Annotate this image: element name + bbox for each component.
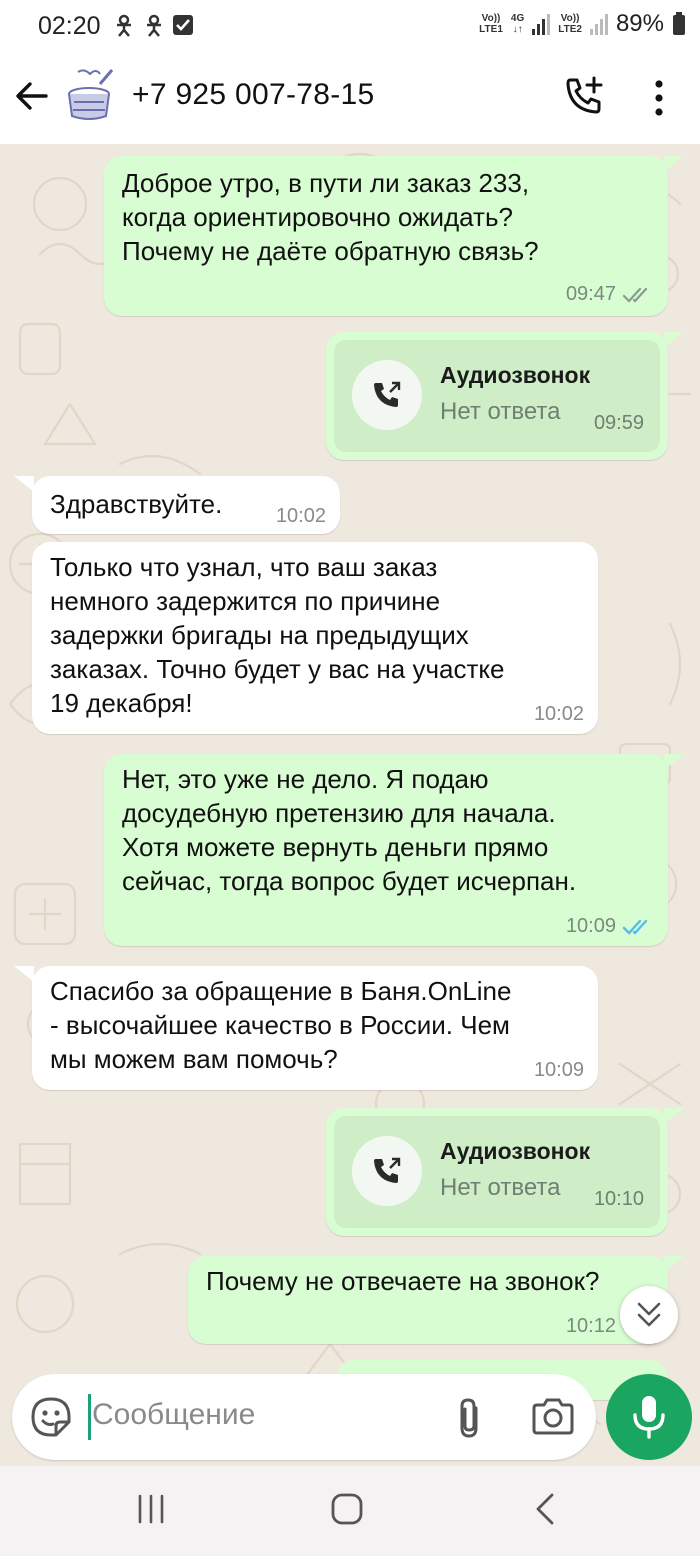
call-status: Нет ответа: [440, 398, 561, 425]
message-time: 10:12: [565, 1315, 616, 1337]
status-right: Vo)) LTE1 4G ↓↑ Vo)) LTE2 89%: [479, 10, 686, 38]
more-vert-icon[interactable]: [645, 78, 673, 118]
call-icon-circle: [352, 360, 422, 430]
call-card[interactable]: Аудиозвонок Нет ответа 10:10: [334, 1116, 660, 1228]
avatar[interactable]: [60, 68, 118, 126]
message-time: 10:02: [533, 703, 584, 725]
bubble-tail: [664, 156, 684, 172]
double-chevron-down-icon: [637, 1302, 661, 1327]
message-text: Доброе утро, в пути ли заказ 233, когда …: [122, 168, 539, 266]
system-nav-bar: [0, 1466, 700, 1556]
sticker-icon[interactable]: [30, 1396, 72, 1438]
chat-area[interactable]: Доброе утро, в пути ли заказ 233, когда …: [0, 144, 700, 1466]
signal-icon: [532, 14, 551, 35]
call-outgoing-icon: [374, 381, 401, 407]
camera-icon[interactable]: [530, 1396, 576, 1436]
chat-header: +7 925 007-78-15: [0, 52, 700, 144]
message-meta: 10:09: [566, 915, 654, 938]
message-meta: 09:47: [566, 283, 654, 306]
message-bubble-outgoing[interactable]: Почему не отвечаете на звонок? 10:12: [188, 1256, 668, 1344]
message-time: 09:47: [565, 283, 616, 305]
battery-percent: 89%: [615, 10, 664, 37]
message-bubble-incoming[interactable]: Только что узнал, что ваш заказ немного …: [32, 542, 598, 734]
battery-icon: [673, 12, 685, 35]
nav-back-icon[interactable]: [530, 1492, 560, 1526]
call-bubble-outgoing[interactable]: Аудиозвонок Нет ответа 09:59: [326, 332, 668, 460]
message-bubble-incoming[interactable]: Здравствуйте. 10:02: [32, 476, 340, 534]
back-arrow-icon[interactable]: [14, 78, 50, 114]
message-bubble-outgoing[interactable]: Нет, это уже не дело. Я подаю досудебную…: [104, 754, 668, 946]
mic-icon: [633, 1396, 665, 1439]
call-bubble-outgoing[interactable]: Аудиозвонок Нет ответа 10:10: [326, 1108, 668, 1236]
message-text: Здравствуйте.: [50, 489, 223, 519]
double-tick-icon: [622, 287, 648, 303]
call-card[interactable]: Аудиозвонок Нет ответа 09:59: [334, 340, 660, 452]
notification-icon: [117, 14, 131, 37]
message-composer: [12, 1374, 596, 1460]
message-meta: 10:09: [534, 1059, 584, 1082]
bubble-tail: [664, 1108, 684, 1124]
sim1-indicator: Vo)) LTE1: [479, 13, 503, 35]
nav-recent-icon[interactable]: [132, 1494, 170, 1524]
double-tick-read-icon: [622, 919, 648, 935]
message-text: Нет, это уже не дело. Я подаю досудебную…: [122, 764, 577, 896]
sim2-indicator: Vo)) LTE2: [558, 13, 582, 35]
contact-name[interactable]: +7 925 007-78-15: [132, 78, 375, 112]
message-time: 10:02: [275, 505, 326, 527]
message-input[interactable]: [92, 1398, 412, 1432]
call-title: Аудиозвонок: [440, 1138, 591, 1164]
message-time: 10:09: [533, 1059, 584, 1081]
status-bar: 02:20 Vo)) LTE1 4G ↓↑ Vo)) LTE2 89%: [0, 0, 700, 52]
signal-icon: [589, 14, 608, 35]
nav-home-icon[interactable]: [330, 1492, 364, 1526]
call-time: 09:59: [593, 412, 644, 434]
notification-icon: [147, 14, 161, 37]
message-bubble-incoming[interactable]: Спасибо за обращение в Баня.OnLine - выс…: [32, 966, 598, 1090]
scroll-to-bottom-button[interactable]: [620, 1286, 678, 1344]
bubble-tail: [664, 1256, 684, 1272]
add-call-icon[interactable]: [564, 76, 604, 116]
message-text: Спасибо за обращение в Баня.OnLine - выс…: [50, 976, 512, 1074]
bubble-tail: [14, 966, 34, 982]
message-bubble-outgoing[interactable]: Доброе утро, в пути ли заказ 233, когда …: [104, 156, 668, 316]
bubble-tail: [14, 476, 34, 492]
call-icon-circle: [352, 1136, 422, 1206]
text-caret: [88, 1394, 91, 1440]
message-text: Почему не отвечаете на звонок?: [206, 1266, 600, 1296]
message-time: 10:09: [565, 915, 616, 937]
message-text: Только что узнал, что ваш заказ немного …: [50, 552, 505, 718]
call-title: Аудиозвонок: [440, 362, 591, 388]
bubble-tail: [664, 754, 684, 770]
status-time: 02:20: [38, 12, 101, 40]
attach-icon[interactable]: [450, 1396, 490, 1440]
call-outgoing-icon: [374, 1157, 401, 1183]
voice-message-button[interactable]: [606, 1374, 692, 1460]
message-meta: 10:02: [534, 703, 584, 726]
message-meta: 10:02: [276, 505, 326, 528]
call-time: 10:10: [593, 1188, 644, 1210]
data-indicator: 4G ↓↑: [510, 13, 525, 35]
check-box-icon: [173, 15, 193, 35]
call-status: Нет ответа: [440, 1174, 561, 1201]
bubble-tail: [664, 332, 684, 348]
